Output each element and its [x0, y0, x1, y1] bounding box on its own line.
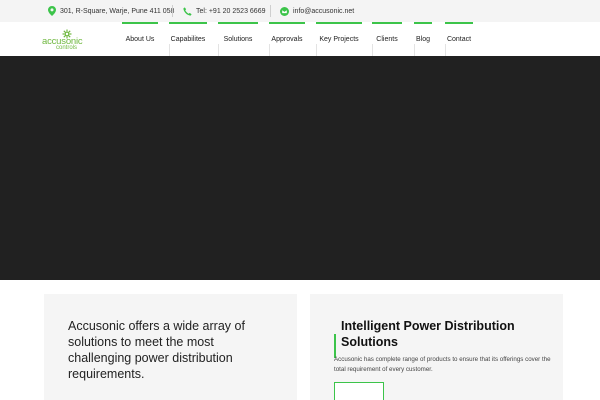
email-text[interactable]: info@accusonic.net — [293, 8, 354, 15]
nav-item-capabilites[interactable]: Capabilites — [169, 22, 207, 56]
nav-item-blog[interactable]: Blog — [414, 22, 432, 56]
nav-item-about-us[interactable]: About Us — [122, 22, 158, 56]
address-item: 301, R-Square, Warje, Pune 411 058 — [48, 0, 174, 22]
nav-active-bar — [316, 22, 362, 24]
nav-active-bar — [445, 22, 473, 24]
nav-label[interactable]: Blog — [416, 36, 430, 43]
topbar-divider — [270, 5, 271, 17]
nav-item-approvals[interactable]: Approvals — [269, 22, 305, 56]
phone-item[interactable]: Tel: +91 20 2523 6669 — [183, 0, 265, 22]
location-pin-icon — [48, 6, 56, 16]
phone-icon — [183, 6, 192, 16]
nav-divider — [316, 44, 317, 56]
nav-active-bar — [372, 22, 402, 24]
solutions-more-button[interactable] — [334, 382, 384, 400]
nav-divider — [169, 44, 170, 56]
nav-label[interactable]: Clients — [376, 36, 397, 43]
nav-label[interactable]: Key Projects — [319, 36, 358, 43]
nav-active-bar — [169, 22, 207, 24]
envelope-icon — [280, 6, 289, 16]
intro-text: Accusonic offers a wide array of solutio… — [68, 319, 245, 381]
nav-active-bar — [269, 22, 305, 24]
nav-label[interactable]: Solutions — [224, 36, 253, 43]
nav-divider — [414, 44, 415, 56]
address-text: 301, R-Square, Warje, Pune 411 058 — [60, 7, 175, 15]
hero-banner — [0, 56, 600, 280]
solutions-title: Intelligent Power Distribution Solutions — [341, 319, 515, 349]
nav-item-key-projects[interactable]: Key Projects — [316, 22, 362, 56]
nav-label[interactable]: About Us — [126, 36, 155, 43]
nav-active-bar — [218, 22, 258, 24]
nav-divider — [218, 44, 219, 56]
nav-item-clients[interactable]: Clients — [372, 22, 402, 56]
nav-divider — [372, 44, 373, 56]
phone-text[interactable]: Tel: +91 20 2523 6669 — [196, 8, 265, 15]
email-item[interactable]: info@accusonic.net — [280, 0, 354, 22]
nav-label[interactable]: Capabilites — [171, 36, 206, 43]
nav-active-bar — [122, 22, 158, 24]
solutions-description: Accusonic has complete range of products… — [334, 356, 551, 373]
nav-divider — [269, 44, 270, 56]
nav-active-bar — [414, 22, 432, 24]
logo-subtitle: controls — [56, 45, 78, 51]
topbar-divider — [172, 5, 173, 17]
top-info-bar: 301, R-Square, Warje, Pune 411 058 Tel: … — [0, 0, 600, 22]
intro-card: Accusonic offers a wide array of solutio… — [44, 294, 297, 400]
site-logo[interactable]: accusonic controls — [42, 26, 92, 52]
nav-item-solutions[interactable]: Solutions — [218, 22, 258, 56]
nav-divider — [445, 44, 446, 56]
nav-label[interactable]: Contact — [447, 36, 471, 43]
nav-label[interactable]: Approvals — [271, 36, 302, 43]
nav-item-contact[interactable]: Contact — [445, 22, 473, 56]
